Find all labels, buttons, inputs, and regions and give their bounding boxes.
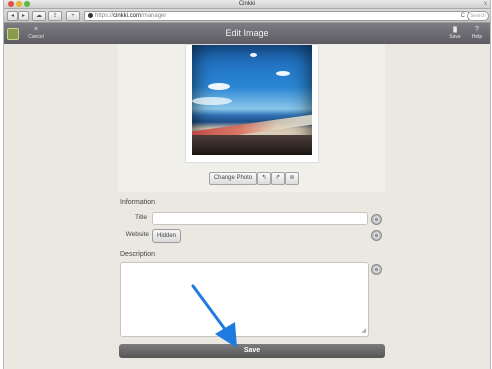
beach-photo xyxy=(192,45,312,155)
adjust-icon[interactable]: ≋ xyxy=(285,172,299,185)
description-heading: Description xyxy=(120,251,156,258)
arrow-shaft xyxy=(191,284,229,334)
rotate-right-icon[interactable]: ↱ xyxy=(271,172,285,185)
save-button[interactable]: Save xyxy=(119,344,385,358)
page-title: Edit Image xyxy=(225,28,269,38)
search-field[interactable]: Search xyxy=(467,11,489,21)
rotate-left-icon[interactable]: ↰ xyxy=(257,172,271,185)
help-label: Help xyxy=(471,34,483,40)
resize-grip-icon[interactable]: ◢ xyxy=(361,328,366,334)
window-title: Cinkki xyxy=(238,1,256,7)
title-input[interactable] xyxy=(152,212,368,225)
header-save-label: Save xyxy=(449,34,461,40)
foreground-shape xyxy=(192,135,312,155)
gear-icon[interactable] xyxy=(371,214,382,225)
website-hidden-button[interactable]: Hidden xyxy=(152,229,181,243)
url-path: /manager xyxy=(141,13,167,19)
header-save-button[interactable]: ▐▌ Save xyxy=(446,26,464,40)
information-heading: Information xyxy=(120,199,156,206)
image-card: Change Photo ↰ ↱ ≋ xyxy=(118,44,385,192)
forward-button[interactable]: ▸ xyxy=(18,11,29,21)
cloud-shape xyxy=(208,83,230,90)
cloud-shape xyxy=(276,71,290,76)
window-titlebar: Cinkki x xyxy=(4,0,490,9)
app-header: × Cancel Edit Image ▐▌ Save ? Help xyxy=(4,23,490,44)
window-close-glyph[interactable]: x xyxy=(484,0,487,8)
help-icon: ? xyxy=(475,26,479,33)
help-button[interactable]: ? Help xyxy=(469,26,485,40)
address-bar[interactable]: https://cinkki.com/manager C xyxy=(84,11,469,21)
pointer-arrow-icon xyxy=(191,284,237,348)
reader-cloud-button[interactable]: ☁ xyxy=(32,11,46,21)
reload-icon[interactable]: C xyxy=(461,12,465,20)
cloud-shape xyxy=(192,97,232,105)
website-label: Website xyxy=(125,231,149,238)
website-row-spacer xyxy=(181,229,368,243)
add-tab-button[interactable]: + xyxy=(66,11,80,21)
back-button[interactable]: ◂ xyxy=(7,11,18,21)
url-scheme: https:// xyxy=(95,13,114,19)
share-button[interactable]: ⇪ xyxy=(48,11,62,21)
browser-window: Cinkki x ◂ ▸ ☁ ⇪ + https://cinkki.com/ma… xyxy=(3,0,491,369)
change-photo-button[interactable]: Change Photo xyxy=(209,172,257,185)
site-favicon-icon xyxy=(88,12,93,18)
cloud-shape xyxy=(250,53,257,57)
photo-frame xyxy=(185,44,319,163)
arrow-head xyxy=(215,322,237,348)
gear-icon[interactable] xyxy=(371,264,382,275)
gear-icon[interactable] xyxy=(371,230,382,241)
save-icon: ▐▌ xyxy=(451,27,459,33)
browser-toolbar: ◂ ▸ ☁ ⇪ + https://cinkki.com/manager C S… xyxy=(4,9,490,23)
title-label: Title xyxy=(134,214,147,221)
url-domain: cinkki.com xyxy=(113,13,142,19)
